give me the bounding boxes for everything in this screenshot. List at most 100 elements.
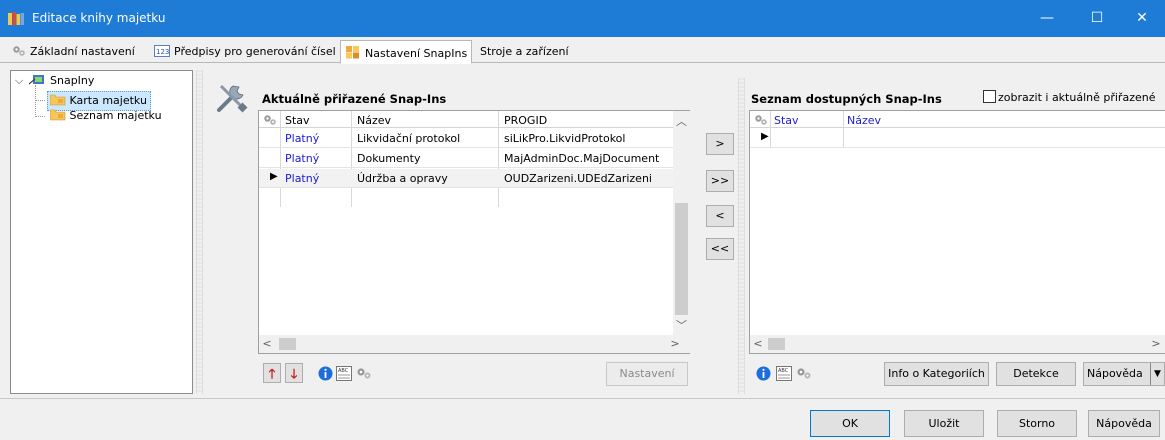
- help-button[interactable]: Nápověda: [1088, 410, 1160, 437]
- tab-zakladni-nastaveni[interactable]: Základní nastavení: [8, 42, 139, 63]
- folder-icon: [49, 93, 66, 109]
- svg-text:ABC: ABC: [338, 368, 349, 374]
- assigned-snapins-grid[interactable]: Stav Název PROGID Platný Likvidační prot…: [258, 110, 690, 354]
- gears-icon[interactable]: [796, 367, 812, 383]
- tab-label: Předpisy pro generování čísel: [174, 45, 336, 58]
- move-down-button[interactable]: 🡓: [285, 363, 303, 383]
- available-snapins-grid[interactable]: Stav Název ▶ < >: [749, 110, 1165, 354]
- remove-all-button[interactable]: <<: [706, 238, 734, 260]
- tab-label: Stroje a zařízení: [480, 45, 569, 58]
- available-snapins-title: Seznam dostupných Snap-Ins: [751, 92, 942, 106]
- tree-line: [35, 116, 45, 117]
- abc-grid-icon[interactable]: ABC: [336, 366, 352, 384]
- row-nazev: Likvidační protokol: [357, 132, 461, 145]
- gears-icon[interactable]: [356, 367, 372, 383]
- numbers-icon: 123: [154, 45, 170, 60]
- tree-node-label: Seznam majetku: [69, 109, 162, 122]
- save-button[interactable]: Uložit: [904, 410, 984, 437]
- row-progid: siLikPro.LikvidProtokol: [504, 132, 626, 145]
- table-row[interactable]: Platný Dokumenty MajAdminDoc.MajDocument: [259, 149, 673, 168]
- row-stav: Platný: [285, 172, 320, 185]
- info-icon[interactable]: [318, 366, 333, 384]
- tab-label: Základní nastavení: [30, 45, 135, 58]
- grid-header: [259, 111, 673, 128]
- title-bar: Editace knihy majetku — ☐ ✕: [0, 0, 1165, 37]
- add-button[interactable]: >: [706, 133, 734, 155]
- close-button[interactable]: ✕: [1119, 0, 1165, 37]
- gears-icon[interactable]: [263, 114, 277, 129]
- cancel-button[interactable]: Storno: [997, 410, 1077, 437]
- tab-label: Nastavení SnapIns: [365, 47, 468, 60]
- chevron-down-icon[interactable]: ⌵: [15, 74, 25, 88]
- snapin-root-icon: [28, 73, 47, 89]
- tab-nastaveni-snapins[interactable]: Nastavení SnapIns: [340, 40, 473, 64]
- scroll-up-icon[interactable]: ︿: [673, 113, 690, 129]
- move-up-button[interactable]: 🡑: [263, 363, 281, 383]
- column-header-stav[interactable]: Stav: [774, 114, 799, 127]
- svg-text:ABC: ABC: [778, 368, 789, 374]
- help-label: Nápověda: [1087, 367, 1143, 380]
- row-nazev: Údržba a opravy: [357, 172, 448, 185]
- scroll-thumb[interactable]: [279, 338, 296, 350]
- tree-line: [35, 100, 45, 101]
- column-header-stav[interactable]: Stav: [285, 114, 310, 127]
- table-row[interactable]: ▶ Platný Údržba a opravy OUDZarizeni.UDE…: [259, 169, 673, 188]
- horizontal-scrollbar[interactable]: < >: [259, 335, 690, 353]
- assigned-snapins-title: Aktuálně přiřazené Snap-Ins: [262, 92, 447, 106]
- remove-button[interactable]: <: [706, 205, 734, 227]
- svg-text:123: 123: [156, 48, 169, 56]
- column-header-nazev[interactable]: Název: [847, 114, 881, 127]
- help-dropdown-button[interactable]: Nápověda ▼: [1083, 362, 1165, 386]
- scroll-thumb[interactable]: [768, 338, 785, 350]
- tab-stroje-a-zarizeni[interactable]: Stroje a zařízení: [476, 42, 573, 63]
- gears-icon[interactable]: [754, 114, 768, 129]
- vertical-scrollbar[interactable]: ︿ ﹀: [673, 111, 690, 335]
- tree-node-snapiny[interactable]: ⌵ SnapIny: [15, 73, 94, 89]
- settings-button[interactable]: Nastavení: [606, 362, 688, 386]
- scroll-down-icon[interactable]: ﹀: [673, 317, 690, 333]
- horizontal-scrollbar[interactable]: < >: [750, 335, 1165, 353]
- scroll-left-icon[interactable]: <: [261, 337, 273, 350]
- scroll-left-icon[interactable]: <: [752, 337, 764, 350]
- books-icon: [8, 12, 24, 25]
- tab-predpisy[interactable]: 123 Předpisy pro generování čísel: [150, 42, 340, 63]
- dialog-footer: [0, 398, 1165, 440]
- scroll-right-icon[interactable]: >: [1150, 337, 1162, 350]
- maximize-button[interactable]: ☐: [1074, 0, 1120, 37]
- row-stav: Platný: [285, 152, 320, 165]
- row-pointer-icon: ▶: [761, 131, 769, 142]
- row-progid: OUDZarizeni.UDEdZarizeni: [504, 172, 652, 185]
- table-row[interactable]: ▶: [750, 129, 1165, 148]
- tree-node-seznam-majetku[interactable]: Seznam majetku: [49, 108, 162, 124]
- splitter[interactable]: [738, 78, 745, 394]
- info-icon[interactable]: [756, 366, 771, 384]
- row-nazev: Dokumenty: [357, 152, 421, 165]
- abc-grid-icon[interactable]: ABC: [776, 366, 792, 384]
- show-assigned-checkbox[interactable]: zobrazit i aktuálně přiřazené: [983, 90, 1155, 104]
- column-header-nazev[interactable]: Název: [357, 114, 391, 127]
- row-progid: MajAdminDoc.MajDocument: [504, 152, 660, 165]
- add-all-button[interactable]: >>: [706, 170, 734, 192]
- table-row[interactable]: Platný Likvidační protokol siLikPro.Likv…: [259, 129, 673, 148]
- dropdown-arrow-icon[interactable]: ▼: [1150, 363, 1164, 385]
- ok-button[interactable]: OK: [810, 410, 890, 437]
- detect-button[interactable]: Detekce: [996, 362, 1076, 386]
- splitter[interactable]: [196, 70, 203, 394]
- tools-icon: [215, 80, 251, 117]
- tree-node-label: Karta majetku: [69, 94, 147, 107]
- arrow-up-icon: 🡑: [268, 367, 276, 382]
- snapins-tree[interactable]: ⌵ SnapIny Karta majetku Seznam majetku: [10, 70, 193, 394]
- row-stav: Platný: [285, 132, 320, 145]
- checkbox-label: zobrazit i aktuálně přiřazené: [998, 91, 1156, 104]
- scroll-thumb[interactable]: [675, 203, 688, 315]
- column-header-progid[interactable]: PROGID: [504, 114, 547, 127]
- scroll-right-icon[interactable]: >: [669, 337, 681, 350]
- grid-header: [750, 111, 1165, 128]
- row-pointer-icon: ▶: [270, 171, 278, 182]
- checkbox-box[interactable]: [983, 90, 996, 103]
- minimize-button[interactable]: —: [1024, 0, 1070, 37]
- window-title: Editace knihy majetku: [32, 11, 166, 25]
- gears-icon: [12, 45, 26, 60]
- arrow-down-icon: 🡓: [290, 367, 298, 382]
- category-info-button[interactable]: Info o Kategoriích: [884, 362, 989, 386]
